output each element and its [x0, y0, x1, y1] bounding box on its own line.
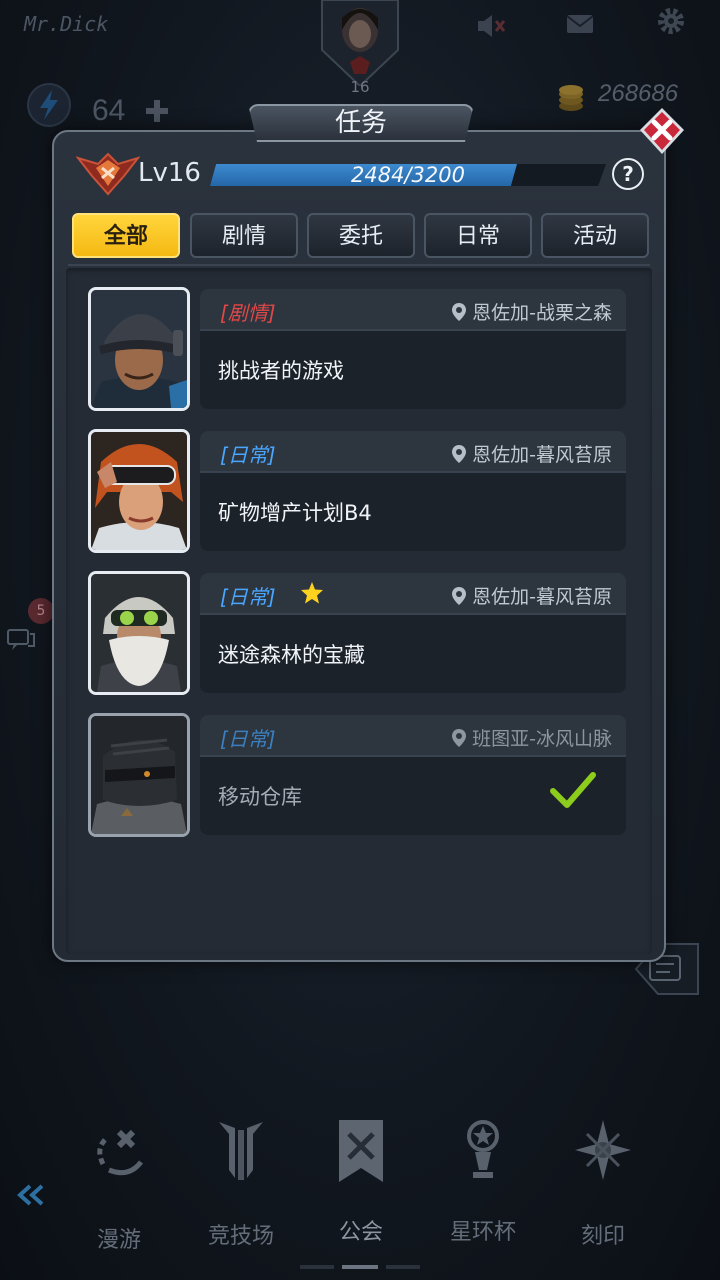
quest-item[interactable]: [日常] 班图亚-冰风山脉 移动仓库 — [88, 713, 628, 837]
tab-all[interactable]: 全部 — [72, 213, 180, 258]
quest-location: 恩佐加-战栗之森 — [452, 298, 612, 325]
quest-location: 恩佐加-暮风苔原 — [452, 440, 612, 467]
quest-card: [日常] 恩佐加-暮风苔原 矿物增产计划B4 — [200, 431, 626, 551]
energy-icon — [26, 82, 72, 128]
player-name: Mr.Dick — [24, 12, 109, 36]
close-button[interactable] — [638, 106, 686, 156]
location-pin-icon — [452, 728, 467, 747]
quest-type: [日常] — [220, 585, 276, 609]
portrait-goggles-woman — [88, 429, 190, 553]
quest-name: 迷途森林的宝藏 — [218, 643, 365, 667]
player-avatar[interactable] — [320, 0, 400, 88]
nav-roam[interactable]: 漫游 — [64, 1118, 174, 1258]
location-pin-icon — [452, 444, 467, 463]
avatar-level: 16 — [350, 78, 370, 96]
nav-imprint[interactable]: 刻印 — [548, 1118, 658, 1258]
quest-item[interactable]: [剧情] 恩佐加-战栗之森 挑战者的游戏 — [88, 287, 628, 411]
location-pin-icon — [452, 586, 467, 605]
location-pin-icon — [452, 302, 467, 321]
tab-daily[interactable]: 日常 — [424, 213, 532, 258]
portrait-masked-knight — [88, 713, 190, 837]
gold-value: 268686 — [598, 80, 679, 107]
rank-emblem-icon — [75, 150, 141, 196]
speaker-muted-icon[interactable] — [474, 12, 506, 40]
tab-divider — [68, 264, 650, 266]
star-icon — [301, 582, 323, 604]
quest-item[interactable]: [日常] 恩佐加-暮风苔原 矿物增产计划B4 — [88, 429, 628, 553]
arena-icon — [219, 1122, 263, 1180]
quest-type: [日常] — [220, 727, 276, 751]
nav-guild[interactable]: 公会 — [306, 1118, 416, 1258]
gold-coin-icon — [556, 84, 586, 112]
help-button[interactable]: ? — [612, 158, 644, 190]
nav-arena[interactable]: 竞技场 — [186, 1118, 296, 1258]
quest-name: 挑战者的游戏 — [218, 359, 344, 383]
quest-card: [剧情] 恩佐加-战栗之森 挑战者的游戏 — [200, 289, 626, 409]
completed-check-icon — [550, 772, 596, 808]
nav-page-indicator — [300, 1254, 420, 1269]
quest-location: 班图亚-冰风山脉 — [452, 724, 612, 751]
add-energy-icon[interactable] — [144, 98, 170, 124]
level-label: Lv16 — [138, 158, 201, 188]
star-cup-icon — [467, 1120, 499, 1178]
nav-star-cup[interactable]: 星环杯 — [428, 1118, 538, 1258]
quest-location: 恩佐加-暮风苔原 — [452, 582, 612, 609]
chat-icon[interactable] — [6, 628, 36, 652]
compass-star-icon — [575, 1120, 631, 1180]
roam-icon — [97, 1129, 143, 1176]
quest-name: 移动仓库 — [218, 785, 302, 809]
quest-name: 矿物增产计划B4 — [218, 501, 372, 525]
energy-value: 64 — [92, 94, 126, 127]
quest-card: [日常] 班图亚-冰风山脉 移动仓库 — [200, 715, 626, 835]
quest-card: [日常] 恩佐加-暮风苔原 迷途森林的宝藏 — [200, 573, 626, 693]
xp-text: 2484/3200 — [351, 163, 465, 187]
collapse-arrow-icon[interactable] — [14, 1184, 48, 1206]
modal-title: 任务 — [334, 108, 387, 138]
portrait-bearded-old-man — [88, 571, 190, 695]
guild-banner-icon — [339, 1120, 383, 1182]
quest-item[interactable]: [日常] 恩佐加-暮风苔原 迷途森林的宝藏 — [88, 571, 628, 695]
mail-icon[interactable] — [566, 14, 594, 34]
quest-type: [日常] — [220, 443, 276, 467]
quest-type: [剧情] — [220, 301, 276, 325]
portrait-helmet-man — [88, 287, 190, 411]
tab-event[interactable]: 活动 — [541, 213, 649, 258]
gear-icon[interactable] — [656, 6, 686, 36]
chat-unread-badge: 5 — [28, 598, 54, 624]
tab-commission[interactable]: 委托 — [307, 213, 415, 258]
tab-story[interactable]: 剧情 — [190, 213, 298, 258]
